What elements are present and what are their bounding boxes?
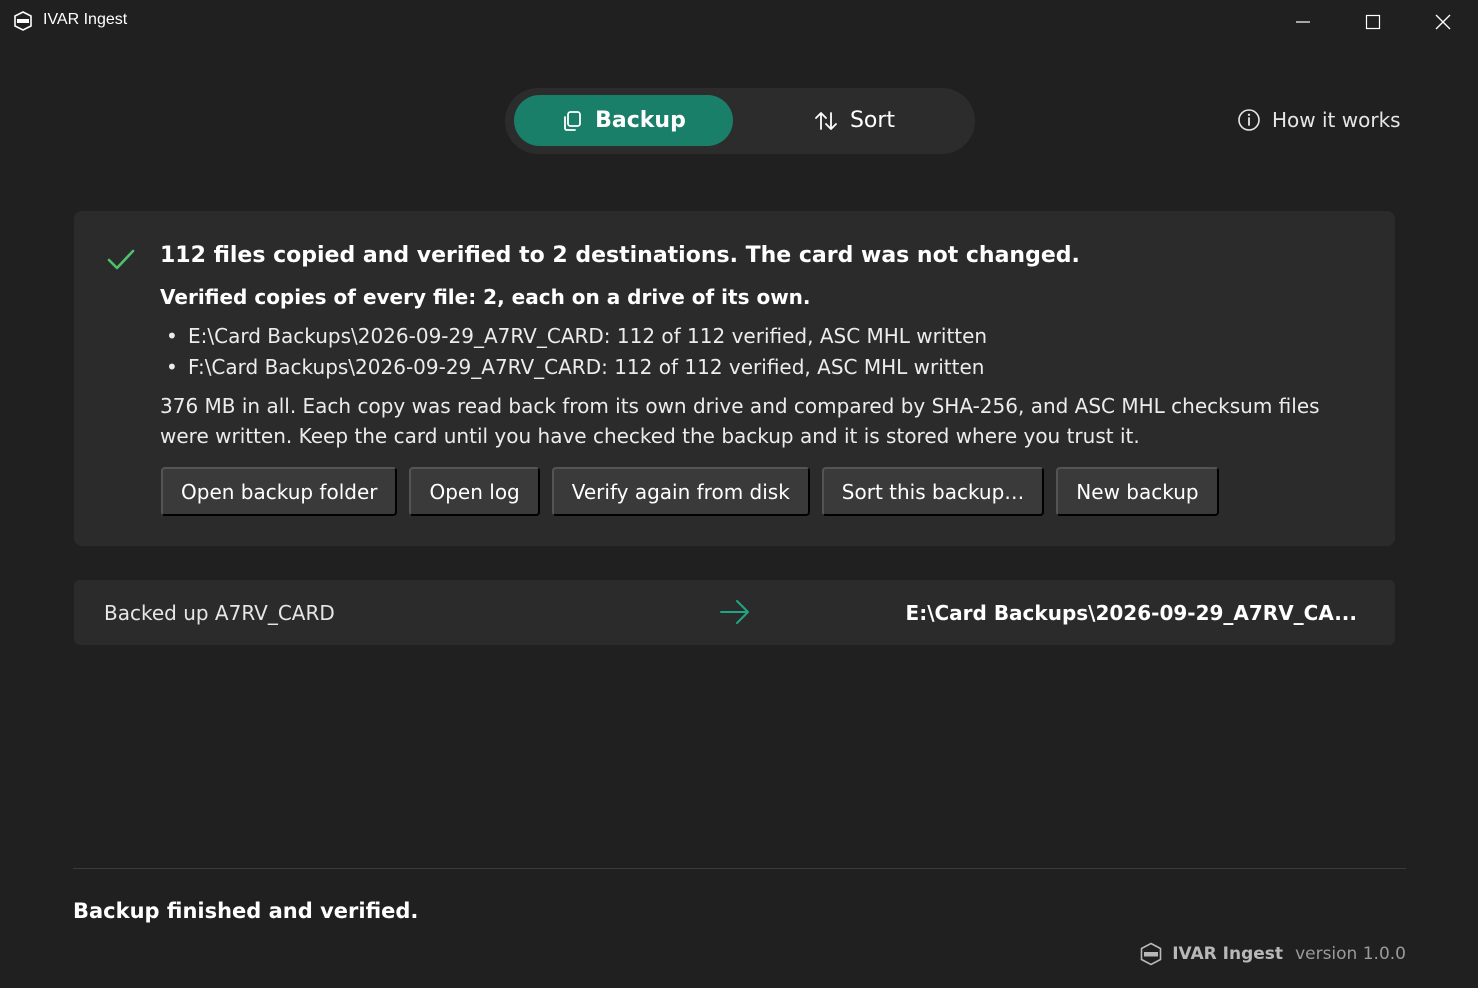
status-message: Backup finished and verified.	[73, 899, 419, 923]
minimize-button[interactable]	[1268, 0, 1338, 44]
footer-divider	[73, 868, 1406, 869]
footer-version: version 1.0.0	[1295, 944, 1406, 964]
tab-backup[interactable]: Backup	[514, 95, 733, 146]
open-log-button[interactable]: Open log	[409, 467, 540, 516]
destination-label: E:\Card Backups\2026-09-29_A7RV_CA...	[905, 601, 1357, 625]
close-button[interactable]	[1408, 0, 1478, 44]
ivar-badge-icon	[14, 11, 32, 31]
ivar-badge-icon	[1140, 942, 1162, 966]
footer-brand: IVAR Ingest version 1.0.0	[1139, 942, 1406, 966]
how-it-works-label: How it works	[1272, 108, 1401, 132]
check-icon	[107, 249, 135, 270]
tab-sort-label: Sort	[849, 108, 896, 133]
destination-list: • E:\Card Backups\2026-09-29_A7RV_CARD: 1…	[166, 321, 987, 383]
destination-text: F:\Card Backups\2026-09-29_A7RV_CARD: 11…	[188, 355, 985, 379]
result-headline: 112 files copied and verified to 2 desti…	[160, 243, 1080, 268]
tab-backup-label: Backup	[595, 108, 686, 133]
mode-switch: Backup Sort	[505, 88, 975, 154]
info-icon	[1238, 109, 1260, 131]
verify-again-button[interactable]: Verify again from disk	[551, 467, 810, 516]
new-backup-button[interactable]: New backup	[1056, 467, 1219, 516]
maximize-button[interactable]	[1338, 0, 1408, 44]
maximize-icon	[1365, 14, 1381, 30]
tab-sort[interactable]: Sort	[745, 95, 964, 146]
transfer-summary-row: Backed up A7RV_CARD E:\Card Backups\2026…	[74, 580, 1395, 645]
close-icon	[1435, 14, 1451, 30]
result-actions: Open backup folder Open log Verify again…	[161, 467, 1219, 516]
window-title: IVAR Ingest	[43, 11, 128, 28]
sort-this-backup-button[interactable]: Sort this backup…	[821, 467, 1045, 516]
footer-app-name: IVAR Ingest	[1172, 944, 1284, 964]
result-details: 376 MB in all. Each copy was read back f…	[160, 394, 1320, 448]
list-item: • F:\Card Backups\2026-09-29_A7RV_CARD: 1…	[166, 355, 985, 379]
destination-text: E:\Card Backups\2026-09-29_A7RV_CARD: 11…	[188, 324, 988, 348]
how-it-works-button[interactable]: How it works	[1237, 104, 1401, 136]
sort-arrows-icon	[815, 111, 837, 130]
minimize-icon	[1296, 21, 1310, 23]
backup-result-card: 112 files copied and verified to 2 desti…	[74, 211, 1395, 546]
copy-icon	[564, 110, 582, 131]
list-item: • E:\Card Backups\2026-09-29_A7RV_CARD: 1…	[166, 324, 988, 348]
source-label: Backed up A7RV_CARD	[104, 601, 335, 625]
verified-summary: Verified copies of every file: 2, each o…	[160, 285, 811, 309]
arrow-right-icon	[720, 600, 749, 624]
title-bar: IVAR Ingest	[0, 0, 1478, 44]
open-backup-folder-button[interactable]: Open backup folder	[161, 467, 398, 516]
